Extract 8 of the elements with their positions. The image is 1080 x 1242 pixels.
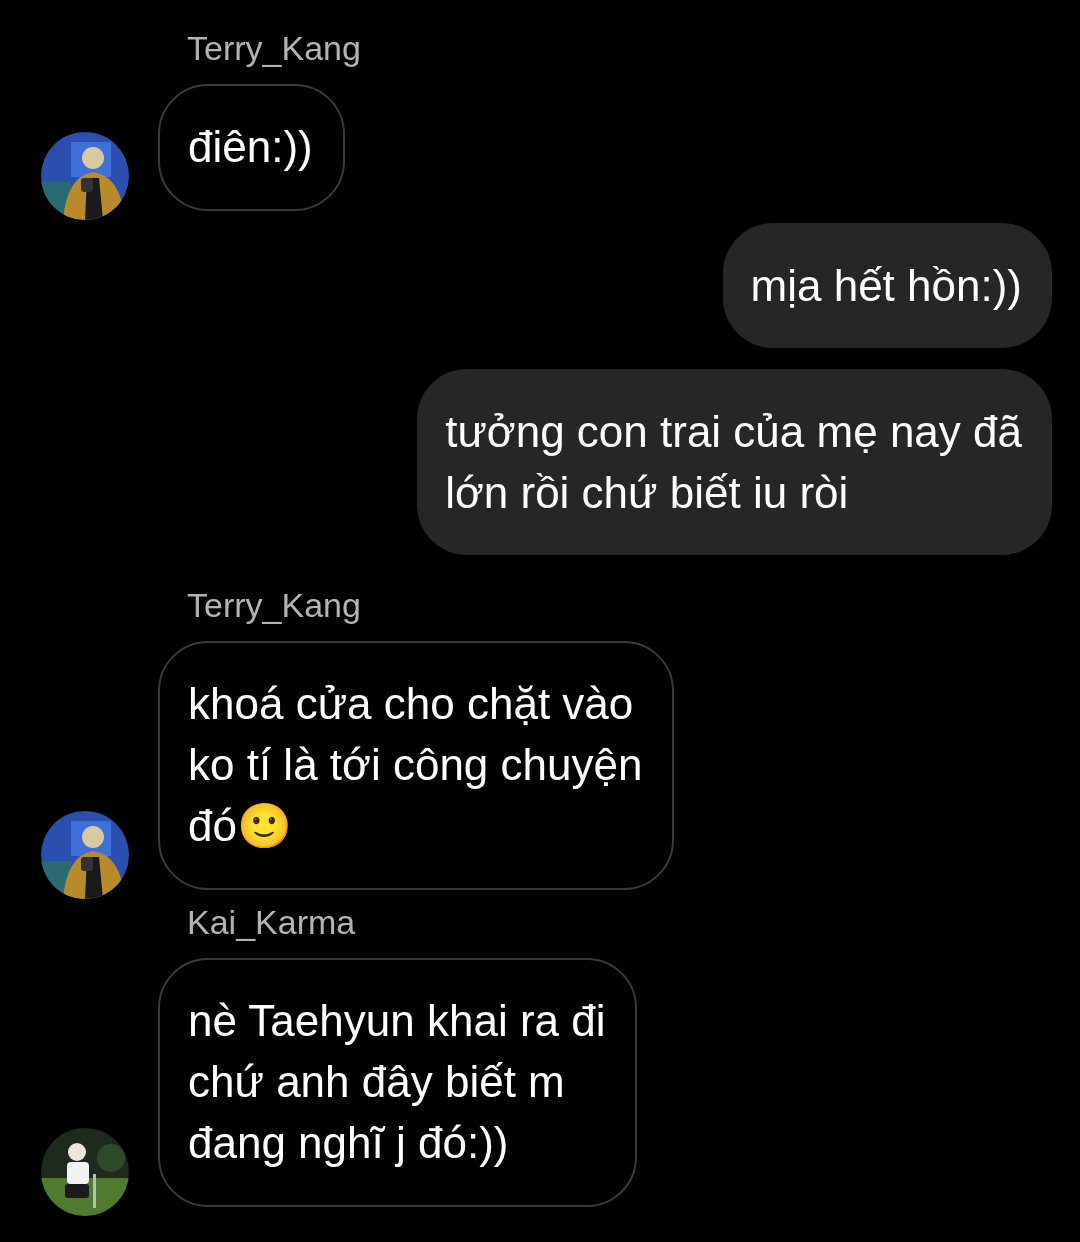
message-text: tưởng con trai của mẹ nay đã lớn rồi chứ biết iu ròi <box>445 406 1022 519</box>
message-text: khoá cửa cho chặt vào ko tí là tới công chuyện đó🙂 <box>188 678 643 852</box>
message-text: nè Taehyun khai ra đi chứ anh đây biết m đang nghĩ j đó:)) <box>188 995 606 1169</box>
message-text: điên:)) <box>188 121 313 173</box>
message-text: mịa hết hồn:)) <box>750 260 1022 312</box>
sender-name: Kai_Karma <box>187 902 357 942</box>
sender-name: Terry_Kang <box>187 28 362 68</box>
sender-name: Terry_Kang <box>187 585 362 625</box>
